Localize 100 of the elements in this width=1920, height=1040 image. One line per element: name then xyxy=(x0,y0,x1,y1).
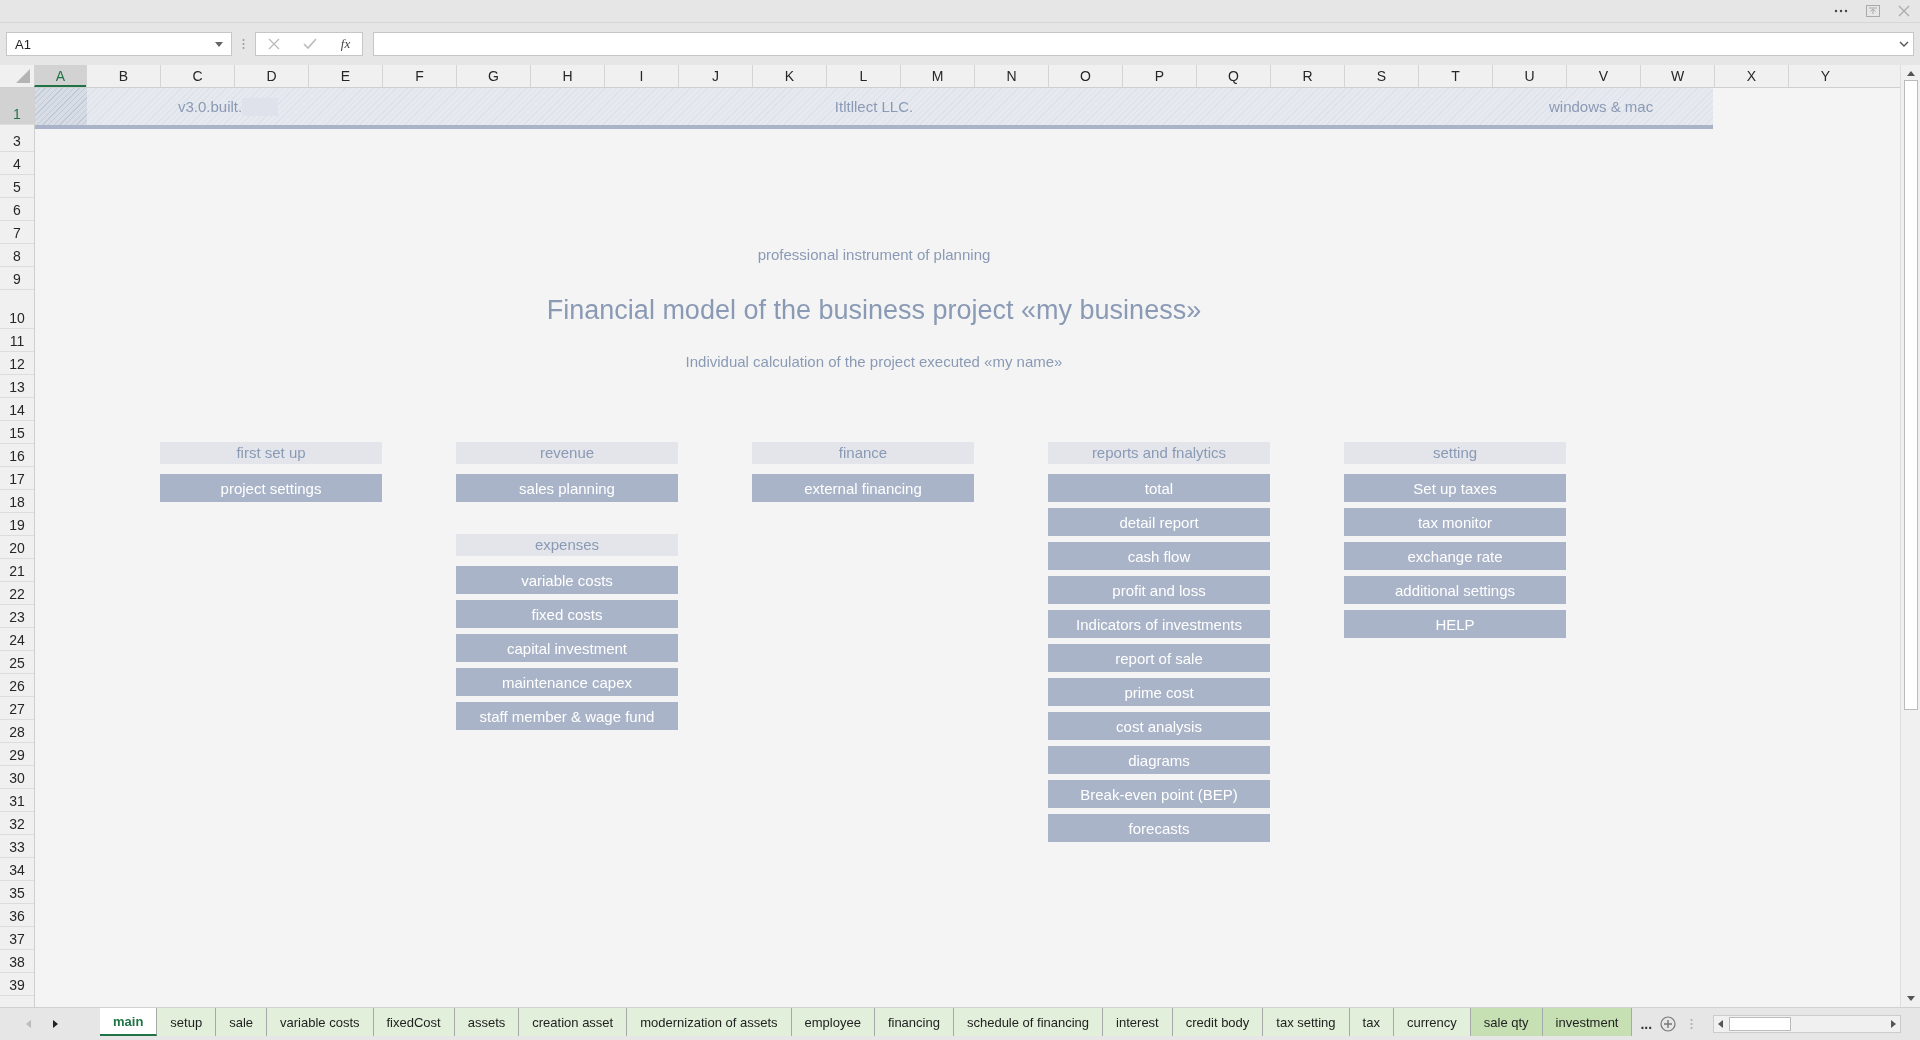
scroll-left-icon[interactable] xyxy=(1718,1020,1724,1028)
sheet-tab[interactable]: schedule of financing xyxy=(953,1008,1104,1036)
row-header[interactable]: 31 xyxy=(0,789,34,812)
sheet-tab[interactable]: sale xyxy=(216,1008,267,1036)
row-header[interactable]: 5 xyxy=(0,175,34,198)
column-header[interactable]: P xyxy=(1122,65,1196,87)
row-header[interactable]: 27 xyxy=(0,697,34,720)
row-header[interactable]: 1 xyxy=(0,88,34,125)
column-header[interactable]: I xyxy=(604,65,678,87)
column-header[interactable]: V xyxy=(1566,65,1640,87)
column-header[interactable]: W xyxy=(1640,65,1714,87)
row-header[interactable]: 23 xyxy=(0,605,34,628)
column-header[interactable]: A xyxy=(34,65,86,87)
sheet-tab[interactable]: fixedCost xyxy=(373,1008,455,1036)
column-header[interactable]: S xyxy=(1344,65,1418,87)
column-header[interactable]: X xyxy=(1714,65,1788,87)
insert-function-button[interactable]: fx xyxy=(340,36,351,52)
sheet-tab[interactable]: employee xyxy=(791,1008,875,1036)
row-header[interactable]: 17 xyxy=(0,467,34,490)
sheet-tab[interactable]: sale qty xyxy=(1470,1008,1543,1036)
expand-chevron-icon[interactable] xyxy=(1899,41,1909,47)
horizontal-scrollbar[interactable] xyxy=(1713,1015,1902,1033)
name-box[interactable]: A1 xyxy=(6,32,232,56)
sheet-tab[interactable]: variable costs xyxy=(267,1008,374,1036)
row-header[interactable]: 26 xyxy=(0,674,34,697)
formula-input[interactable] xyxy=(373,32,1914,56)
row-header[interactable]: 19 xyxy=(0,513,34,536)
previous-sheet-icon[interactable] xyxy=(26,1020,31,1028)
row-header[interactable]: 29 xyxy=(0,743,34,766)
row-header[interactable]: 22 xyxy=(0,582,34,605)
column-header[interactable]: M xyxy=(900,65,974,87)
sheet-tab[interactable]: credit body xyxy=(1172,1008,1264,1036)
add-sheet-icon[interactable] xyxy=(1660,1016,1677,1032)
sheet-tab[interactable]: financing xyxy=(874,1008,954,1036)
row-header[interactable]: 24 xyxy=(0,628,34,651)
scroll-right-icon[interactable] xyxy=(1891,1020,1897,1028)
drag-handle-icon[interactable] xyxy=(1690,1018,1694,1030)
row-header[interactable]: 11 xyxy=(0,329,34,352)
row-header[interactable]: 34 xyxy=(0,858,34,881)
row-header[interactable]: 18 xyxy=(0,490,34,513)
column-header[interactable]: T xyxy=(1418,65,1492,87)
row-header[interactable]: 7 xyxy=(0,221,34,244)
checkmark-icon[interactable] xyxy=(303,38,318,50)
column-header[interactable]: N xyxy=(974,65,1048,87)
row-header[interactable]: 16 xyxy=(0,444,34,467)
sheet-tab[interactable]: modernization of assets xyxy=(627,1008,792,1036)
row-header[interactable]: 39 xyxy=(0,973,34,996)
scroll-thumb[interactable] xyxy=(1729,1017,1792,1031)
row-header[interactable]: 6 xyxy=(0,198,34,221)
sheet-tab[interactable]: tax setting xyxy=(1263,1008,1350,1036)
next-sheet-icon[interactable] xyxy=(53,1020,58,1028)
row-header[interactable]: 21 xyxy=(0,559,34,582)
sheet-tab[interactable]: creation asset xyxy=(519,1008,628,1036)
cancel-icon[interactable] xyxy=(267,38,280,50)
sheet-tab[interactable]: assets xyxy=(454,1008,520,1036)
row-header[interactable]: 15 xyxy=(0,421,34,444)
close-icon[interactable] xyxy=(1898,5,1910,17)
sheet-tab[interactable]: currency xyxy=(1393,1008,1471,1036)
column-header[interactable]: H xyxy=(530,65,604,87)
drag-handle-icon[interactable] xyxy=(242,38,245,50)
more-options-icon[interactable] xyxy=(1834,9,1848,13)
sheet-tab[interactable]: tax xyxy=(1349,1008,1394,1036)
column-header[interactable]: Y xyxy=(1788,65,1862,87)
row-header[interactable]: 36 xyxy=(0,904,34,927)
row-header[interactable]: 28 xyxy=(0,720,34,743)
scroll-down-icon[interactable] xyxy=(1906,996,1915,1001)
column-header[interactable]: Q xyxy=(1196,65,1270,87)
sheet-tab[interactable]: investment xyxy=(1542,1008,1633,1036)
row-header[interactable]: 10 xyxy=(0,290,34,329)
column-header[interactable]: O xyxy=(1048,65,1122,87)
sheet-tab[interactable]: interest xyxy=(1103,1008,1173,1036)
row-header[interactable]: 25 xyxy=(0,651,34,674)
sheet-tab[interactable]: setup xyxy=(157,1008,217,1036)
row-header[interactable]: 3 xyxy=(0,129,34,152)
row-header[interactable]: 33 xyxy=(0,835,34,858)
row-header[interactable]: 13 xyxy=(0,375,34,398)
row-header[interactable]: 35 xyxy=(0,881,34,904)
dropdown-arrow-icon[interactable] xyxy=(215,41,223,47)
column-header[interactable]: C xyxy=(160,65,234,87)
scroll-thumb[interactable] xyxy=(1903,80,1918,710)
selected-cell[interactable] xyxy=(35,88,87,125)
column-header[interactable]: L xyxy=(826,65,900,87)
column-header[interactable]: J xyxy=(678,65,752,87)
column-header[interactable]: E xyxy=(308,65,382,87)
column-header[interactable]: D xyxy=(234,65,308,87)
row-header[interactable]: 32 xyxy=(0,812,34,835)
scroll-up-icon[interactable] xyxy=(1906,71,1915,76)
row-header[interactable]: 38 xyxy=(0,950,34,973)
sheet-tab[interactable]: main xyxy=(100,1008,158,1036)
column-header[interactable]: F xyxy=(382,65,456,87)
more-tabs-button[interactable]: ... xyxy=(1632,1016,1661,1032)
column-header[interactable]: U xyxy=(1492,65,1566,87)
row-header[interactable]: 9 xyxy=(0,267,34,290)
column-header[interactable]: G xyxy=(456,65,530,87)
vertical-scrollbar[interactable] xyxy=(1900,65,1920,1007)
row-header[interactable]: 12 xyxy=(0,352,34,375)
column-header[interactable]: K xyxy=(752,65,826,87)
restore-window-icon[interactable] xyxy=(1866,5,1880,17)
row-header[interactable]: 20 xyxy=(0,536,34,559)
row-header[interactable]: 8 xyxy=(0,244,34,267)
